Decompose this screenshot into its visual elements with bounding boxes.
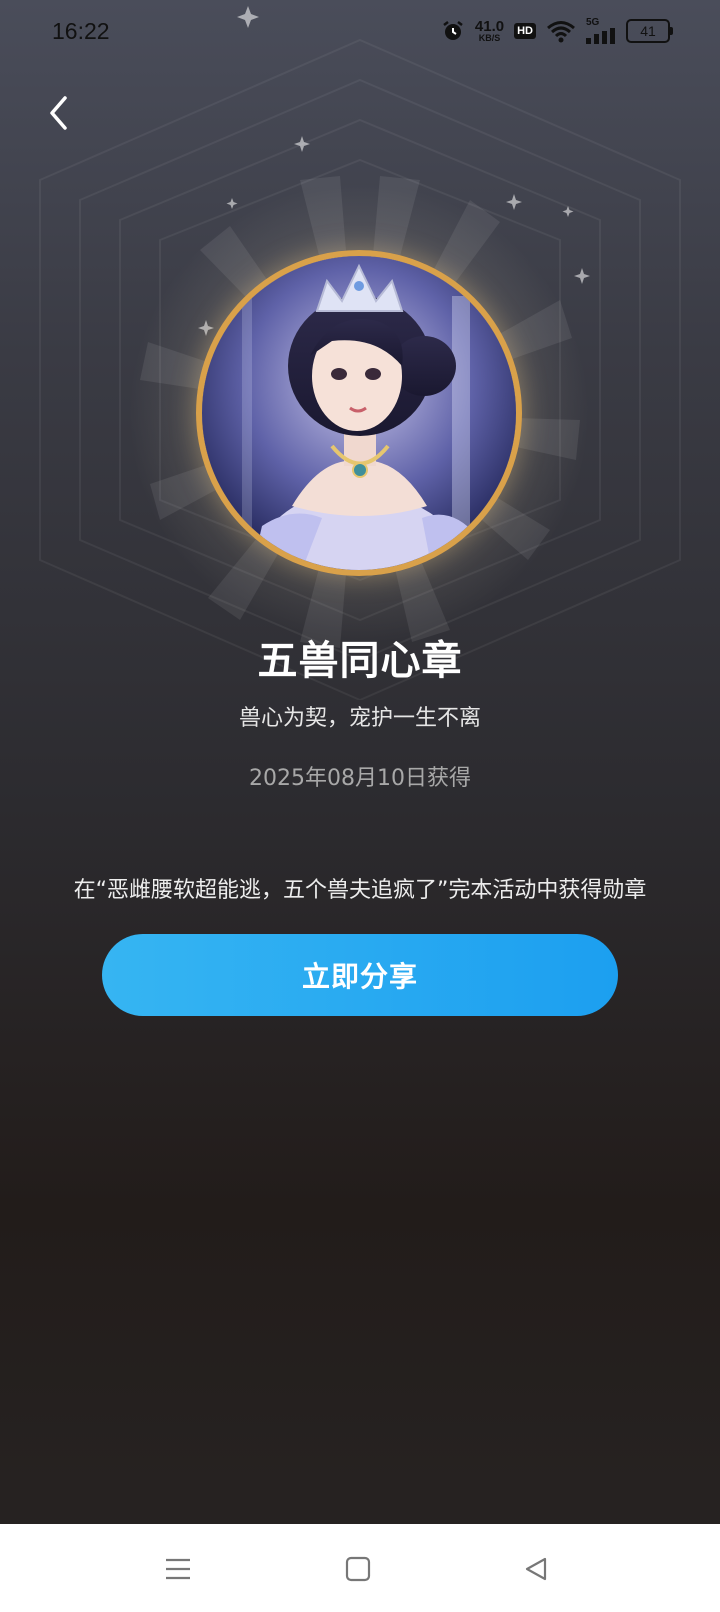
- square-home-icon: [345, 1556, 371, 1582]
- status-icons: 41.0 KB/S HD 5G 41: [441, 18, 673, 44]
- badge-earned-date: 2025年08月10日获得: [249, 766, 471, 791]
- share-button[interactable]: 立即分享: [102, 934, 618, 1016]
- menu-icon: [166, 1558, 190, 1580]
- back-nav-button[interactable]: [516, 1552, 556, 1586]
- signal-bars-icon: [586, 28, 615, 44]
- network-type-label: 5G: [586, 17, 600, 28]
- alarm-icon: [443, 21, 463, 40]
- battery-level: 41: [640, 23, 656, 39]
- chevron-left-icon: [50, 96, 67, 130]
- hd-badge: HD: [514, 23, 536, 39]
- triangle-back-icon: [525, 1557, 547, 1581]
- portrait-illustration: [202, 256, 516, 570]
- menu-button[interactable]: [158, 1552, 198, 1586]
- network-speed-value: 41.0: [474, 18, 505, 35]
- back-button[interactable]: [36, 86, 80, 140]
- badge-subtitle: 兽心为契，宠护一生不离: [238, 706, 481, 731]
- status-time: 16:22: [52, 18, 110, 44]
- badge-medal: [196, 250, 522, 576]
- badge-portrait-image: [196, 250, 522, 576]
- wifi-icon: [547, 21, 575, 43]
- network-speed-unit: KB/S: [478, 33, 501, 43]
- network-speed: 41.0 KB/S: [475, 19, 504, 43]
- signal-indicator: 5G: [586, 18, 616, 44]
- home-button[interactable]: [338, 1552, 378, 1586]
- system-navigation-bar: [0, 1524, 720, 1612]
- battery-indicator: 41: [626, 19, 673, 43]
- badge-title: 五兽同心章: [257, 638, 463, 684]
- badge-description: 在“恶雌腰软超能逃，五个兽夫追疯了”完本活动中获得勋章: [73, 878, 647, 903]
- status-bar: 16:22 41.0 KB/S HD 5G 41: [0, 0, 720, 64]
